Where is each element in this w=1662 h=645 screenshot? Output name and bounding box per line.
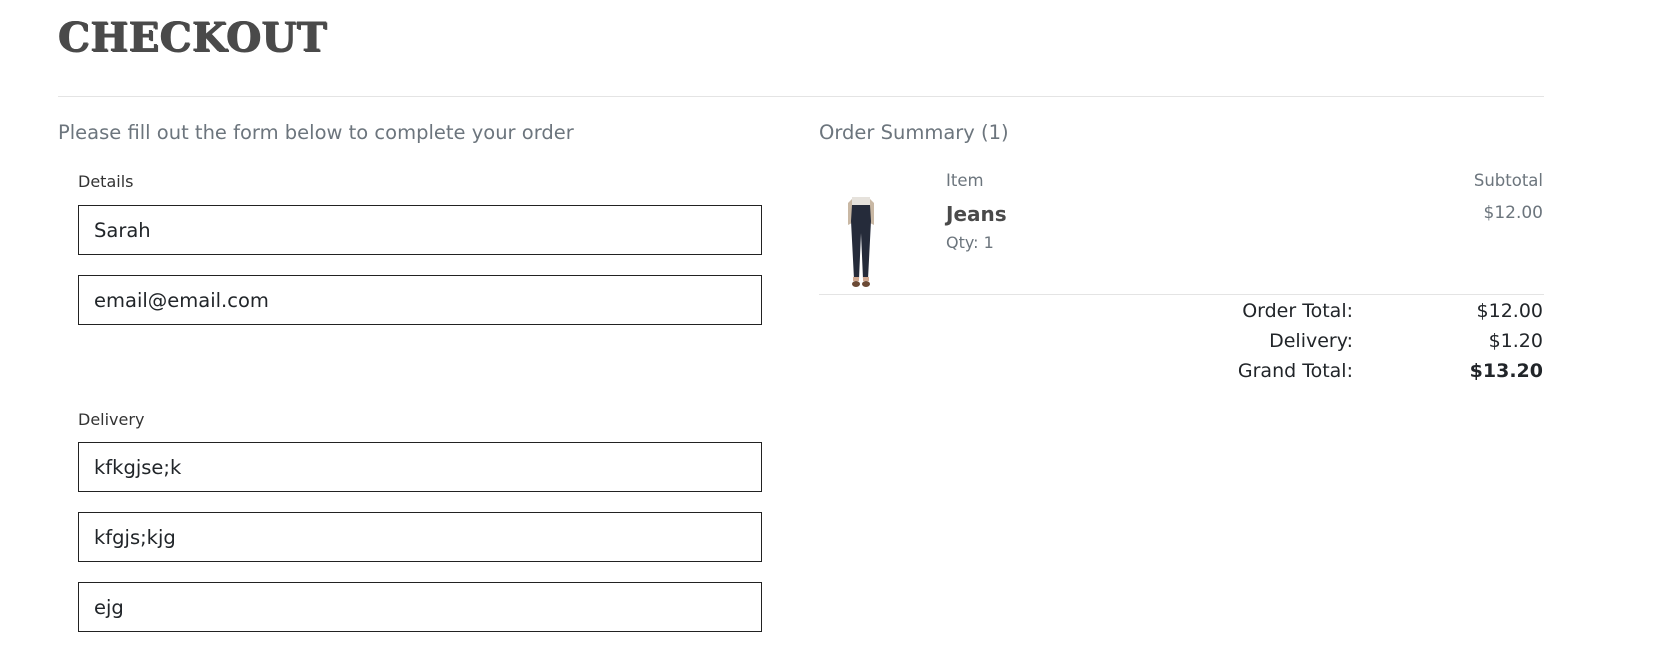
page-title: CHECKOUT xyxy=(58,14,328,61)
item-subtotal: $12.00 xyxy=(1483,203,1543,223)
order-summary-title: Order Summary (1) xyxy=(819,121,1009,144)
grand-total-label: Grand Total: xyxy=(1237,360,1353,382)
item-name: Jeans xyxy=(946,202,1007,226)
name-field[interactable] xyxy=(78,205,762,255)
delivery-value: $1.20 xyxy=(1488,330,1543,352)
details-section-label: Details xyxy=(78,172,134,191)
grand-total-value: $13.20 xyxy=(1469,360,1543,382)
address-line3-field[interactable] xyxy=(78,582,762,632)
delivery-section-label: Delivery xyxy=(78,410,145,429)
subtotal-column-header: Subtotal xyxy=(1473,171,1543,190)
item-quantity: Qty: 1 xyxy=(946,233,994,252)
item-column-header: Item xyxy=(946,171,984,190)
title-divider xyxy=(58,96,1544,97)
form-intro: Please fill out the form below to comple… xyxy=(58,121,574,144)
delivery-label: Delivery: xyxy=(1269,330,1353,352)
address-line1-field[interactable] xyxy=(78,442,762,492)
order-total-value: $12.00 xyxy=(1476,300,1543,322)
address-line2-field[interactable] xyxy=(78,512,762,562)
jeans-product-image xyxy=(848,197,874,287)
summary-divider xyxy=(819,294,1544,295)
email-field[interactable] xyxy=(78,275,762,325)
order-total-label: Order Total: xyxy=(1242,300,1353,322)
